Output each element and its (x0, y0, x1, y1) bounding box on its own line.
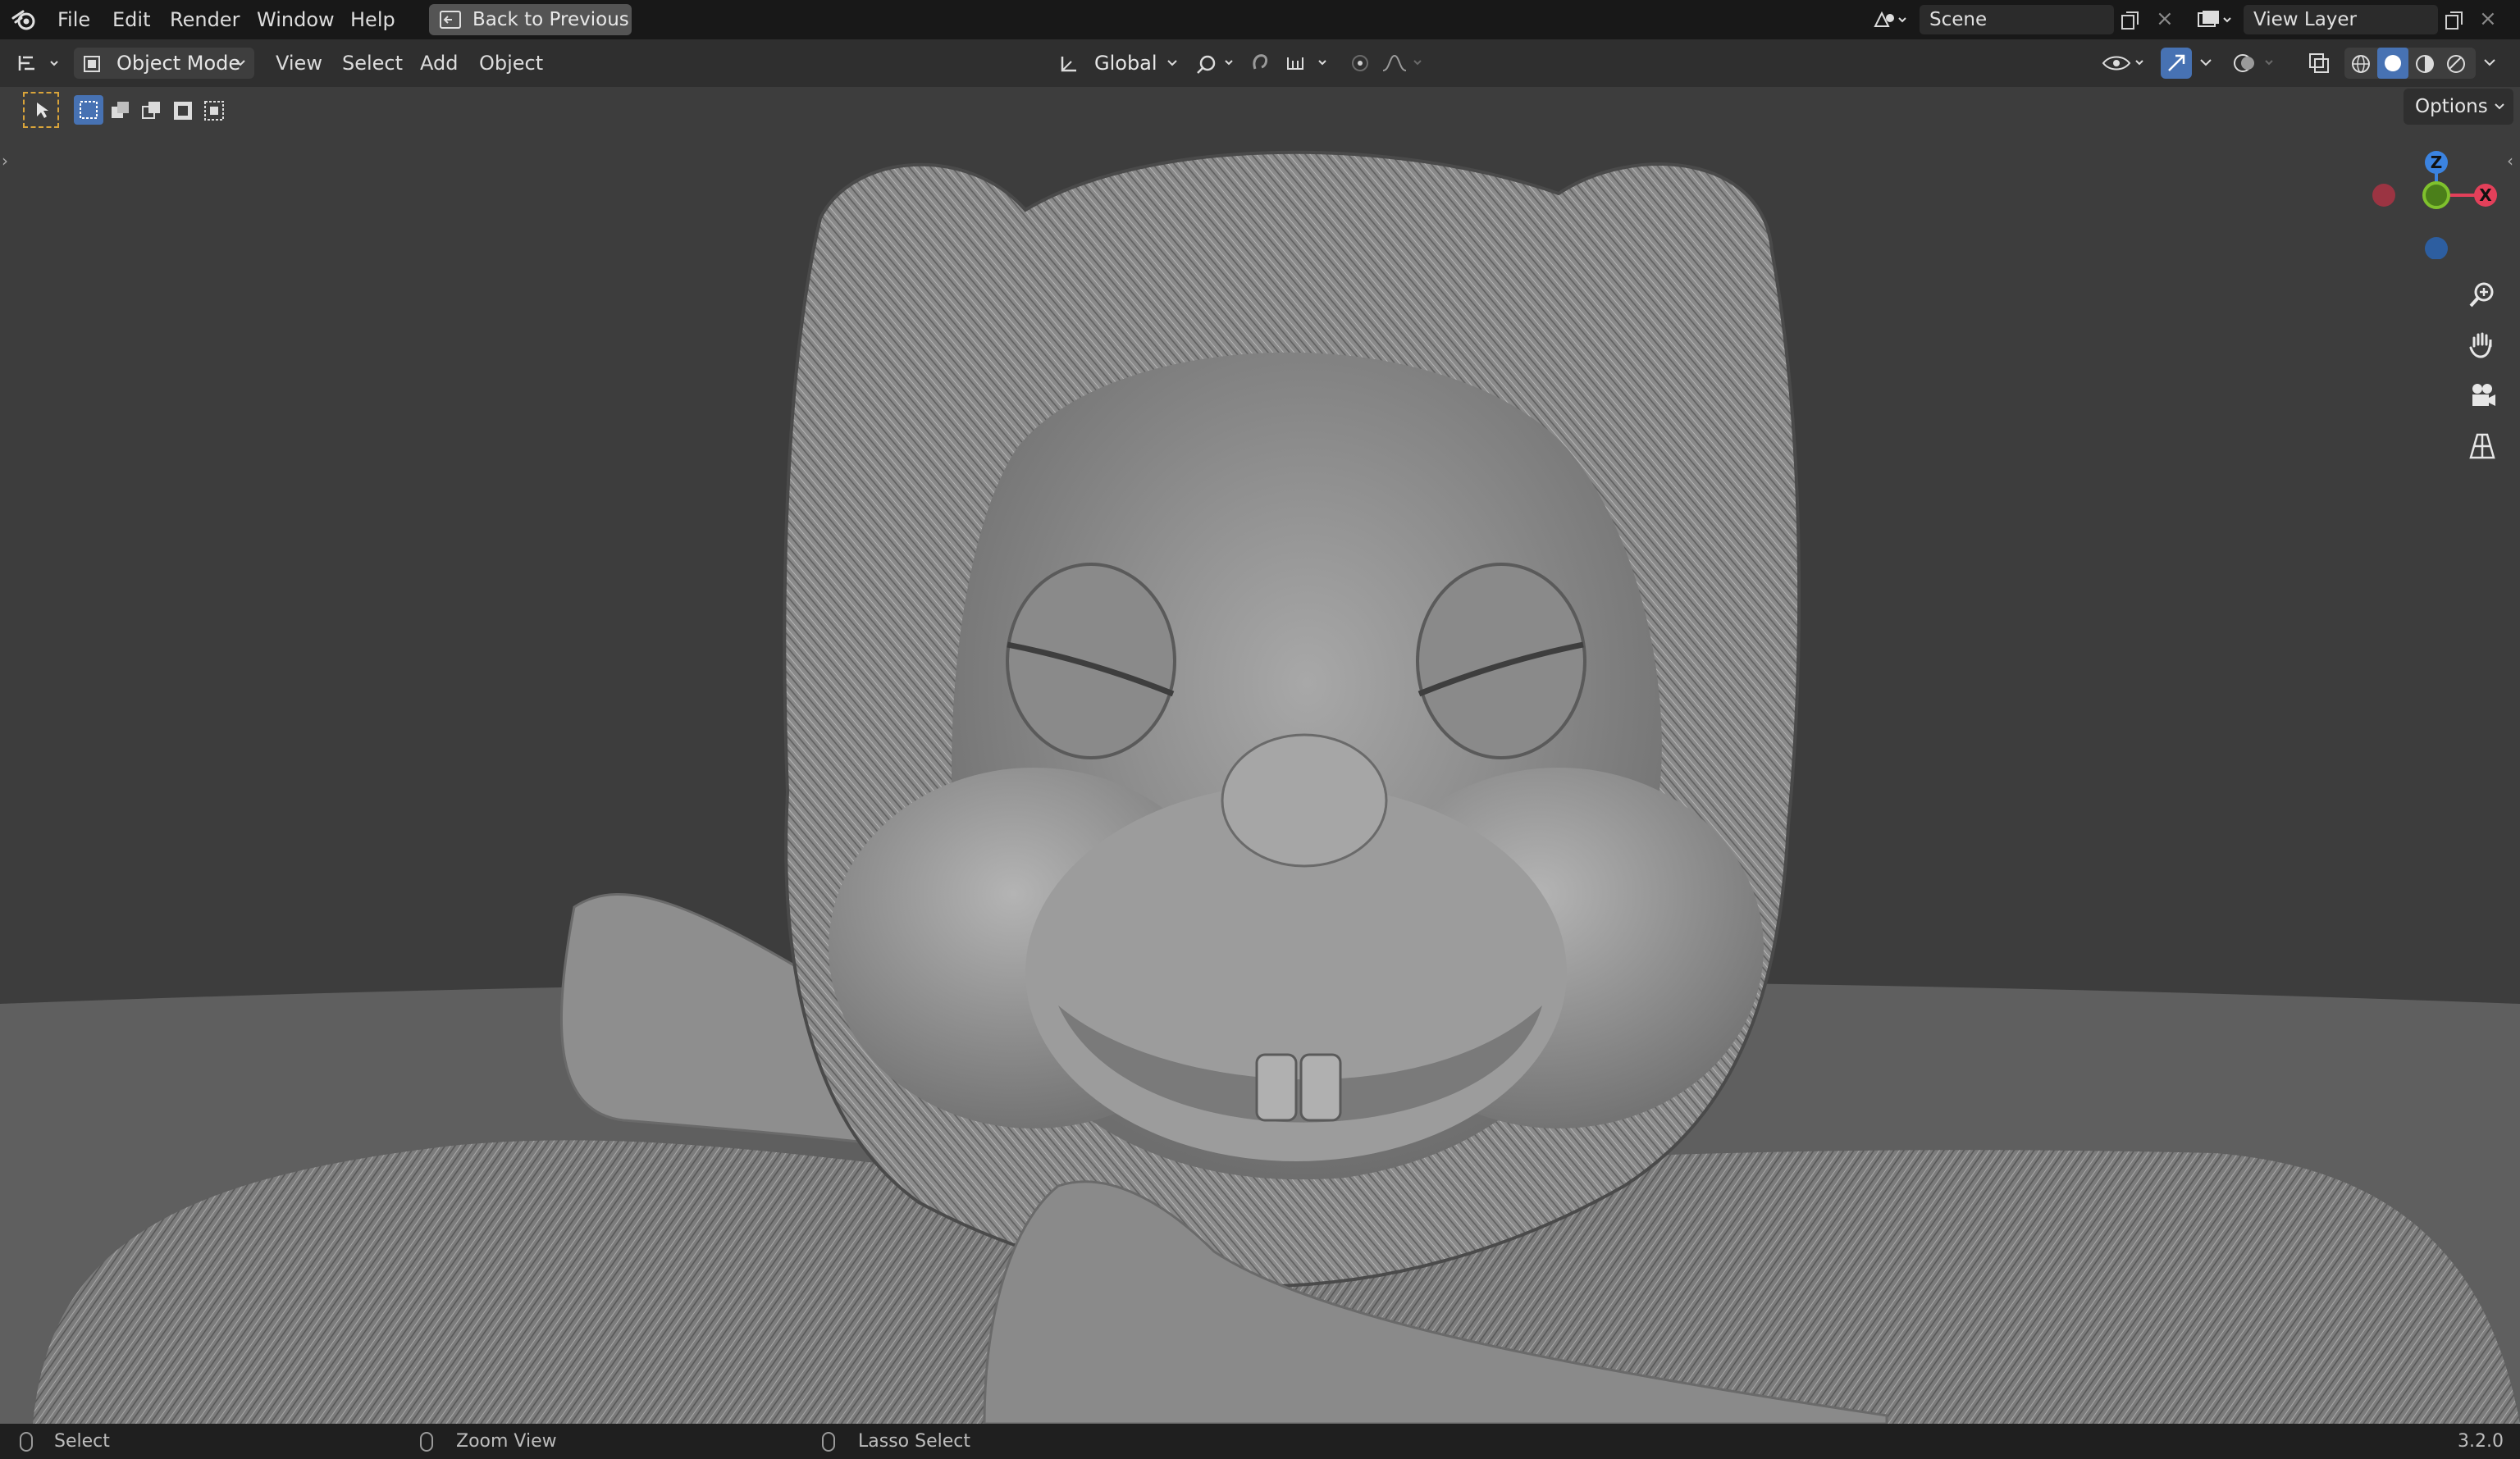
selection-mode-group (74, 95, 230, 126)
transform-orientation-icon (1061, 57, 1076, 72)
menu-render[interactable]: Render (170, 0, 240, 39)
back-icon (440, 11, 461, 29)
shading-rendered-icon[interactable] (2445, 52, 2468, 75)
object-mode-icon (84, 56, 100, 72)
pivot-icon[interactable] (1196, 51, 1242, 75)
editor-type-icon[interactable] (15, 51, 66, 75)
status-zoom: Zoom View (456, 1431, 557, 1452)
toolbar-expand-icon[interactable]: › (2, 151, 8, 171)
selection-mode-new[interactable] (74, 95, 103, 125)
view-layer-name: View Layer (2253, 9, 2358, 30)
viewport-header: Object Mode View Select Add Object Globa… (0, 39, 2520, 87)
axis-z-label: Z (2431, 153, 2443, 172)
menu-window[interactable]: Window (257, 0, 335, 39)
scene-icon[interactable] (1872, 8, 1910, 31)
scene-name-field[interactable]: Scene (1920, 5, 2114, 34)
copy-icon[interactable] (2444, 10, 2465, 31)
menu-object[interactable]: Object (479, 39, 543, 87)
chevron-down-icon (2495, 103, 2504, 110)
close-icon[interactable]: × (2156, 7, 2174, 31)
chevron-down-icon[interactable] (2482, 57, 2497, 69)
3d-viewport[interactable]: › ‹ Options Z X (0, 87, 2520, 1424)
orientation-label: Global (1094, 52, 1157, 75)
menu-edit[interactable]: Edit (112, 0, 150, 39)
view-layer-field[interactable]: View Layer (2244, 5, 2438, 34)
chevron-down-icon (1167, 60, 1177, 66)
grid-icon[interactable] (2468, 431, 2497, 461)
object-mode-label: Object Mode (116, 52, 241, 75)
gizmo-icon (2168, 54, 2185, 71)
mouse-icon (822, 1432, 835, 1452)
zoom-icon[interactable] (2468, 280, 2497, 310)
layer-icon[interactable] (2195, 8, 2235, 31)
version-label: 3.2.0 (2458, 1431, 2504, 1452)
options-dropdown[interactable]: Options (2404, 89, 2513, 125)
scene-name: Scene (1929, 9, 1988, 30)
shading-material-icon[interactable] (2413, 52, 2436, 75)
snap-icon[interactable] (1250, 51, 1335, 75)
select-new-icon (80, 101, 98, 119)
transform-orientation-dropdown[interactable]: Global (1052, 48, 1183, 79)
status-lasso: Lasso Select (858, 1431, 970, 1452)
menu-select[interactable]: Select (342, 39, 403, 87)
shading-wireframe-icon[interactable] (2349, 52, 2372, 75)
chevron-down-icon[interactable] (2198, 57, 2213, 69)
close-icon[interactable]: × (2479, 7, 2497, 31)
shading-solid-button[interactable] (2377, 48, 2408, 79)
menu-view[interactable]: View (276, 39, 322, 87)
select-intersect-icon[interactable] (203, 100, 225, 121)
copy-icon[interactable] (2120, 10, 2141, 31)
select-tool-icon (37, 103, 48, 118)
visibility-icon[interactable] (2102, 51, 2149, 75)
top-bar: File Edit Render Window Help Back to Pre… (0, 0, 2520, 40)
select-tool-button[interactable] (23, 92, 59, 128)
mouse-icon (20, 1432, 33, 1452)
viewport-scene (0, 150, 2520, 1424)
axis-y-handle (2422, 181, 2450, 209)
shading-solid-icon (2385, 55, 2401, 71)
back-to-previous-label: Back to Previous (472, 9, 629, 30)
menu-file[interactable]: File (57, 0, 90, 39)
mouse-icon (420, 1432, 433, 1452)
xray-icon[interactable] (2307, 51, 2331, 75)
select-invert-icon[interactable] (172, 100, 194, 121)
hand-icon[interactable] (2468, 330, 2497, 359)
object-mode-dropdown[interactable]: Object Mode (74, 48, 254, 79)
blender-logo-icon[interactable] (11, 8, 36, 31)
menu-help[interactable]: Help (350, 0, 395, 39)
chevron-down-icon (235, 60, 245, 66)
shading-mode-group (2344, 48, 2476, 79)
select-extend-icon[interactable] (110, 100, 131, 121)
gizmo-toggle[interactable] (2161, 48, 2192, 79)
options-label: Options (2415, 96, 2488, 117)
axis-x-label: X (2479, 185, 2492, 205)
axis-neg-z-handle (2425, 237, 2448, 259)
proportional-icon[interactable] (1345, 51, 1427, 75)
select-subtract-icon[interactable] (141, 100, 162, 121)
status-bar: Select Zoom View Lasso Select 3.2.0 (0, 1424, 2520, 1459)
camera-icon[interactable] (2468, 381, 2497, 410)
axis-neg-x-handle (2372, 184, 2395, 207)
back-to-previous-button[interactable]: Back to Previous (429, 4, 632, 35)
status-select: Select (54, 1431, 110, 1452)
navigation-gizmo[interactable]: Z X (2362, 136, 2510, 259)
overlay-icon[interactable] (2231, 51, 2280, 75)
menu-add[interactable]: Add (420, 39, 458, 87)
